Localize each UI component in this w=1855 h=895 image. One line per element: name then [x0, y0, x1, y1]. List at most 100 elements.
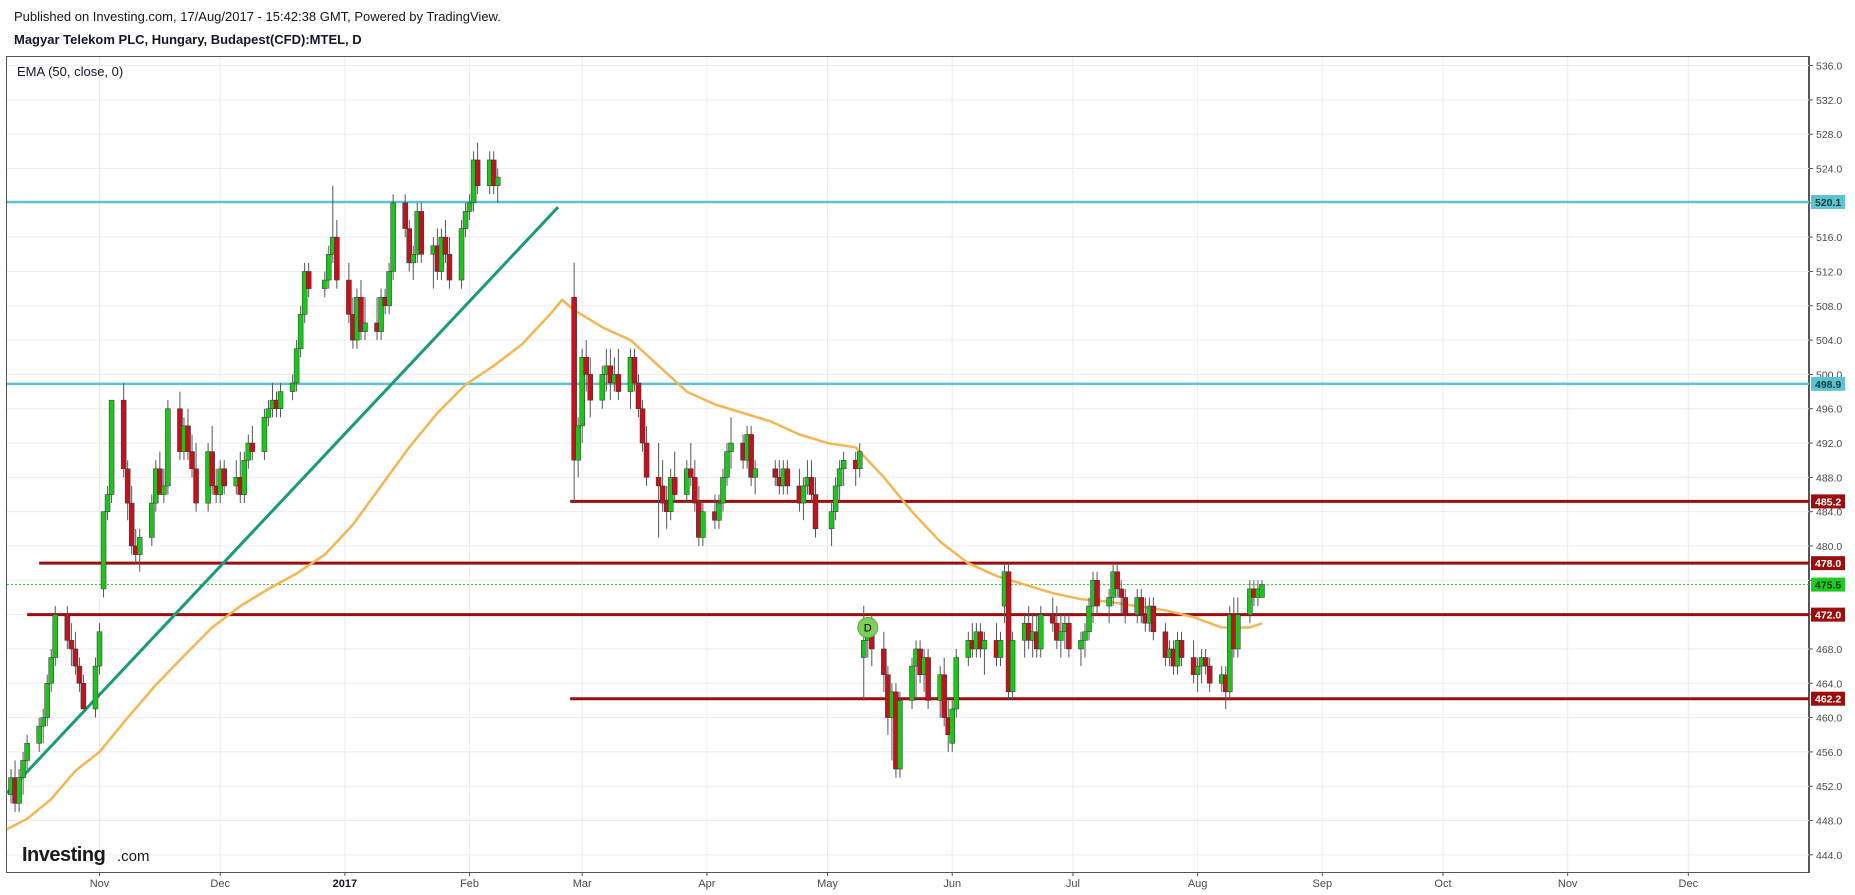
candle-body	[671, 477, 678, 495]
price-tick-label: 532.0	[1816, 95, 1842, 107]
price-chart[interactable]: D 536.0532.0528.0524.0520.0516.0512.0508…	[0, 0, 1855, 895]
candle-body	[165, 408, 171, 487]
price-tick-label: 456.0	[1816, 747, 1842, 759]
dividend-marker-label: D	[864, 623, 872, 635]
candle	[925, 648, 931, 709]
candle-body	[24, 743, 30, 761]
candle-body	[265, 408, 272, 418]
candle-body	[128, 502, 135, 547]
price-tick-label: 464.0	[1816, 678, 1842, 690]
ema-indicator-label[interactable]: EMA (50, close, 0)	[17, 64, 123, 79]
candle-body	[44, 683, 50, 718]
candle	[108, 399, 115, 504]
candle-body	[410, 254, 417, 264]
candle	[165, 400, 171, 495]
candle-body	[149, 502, 155, 538]
last-price-label: 475.5	[1815, 580, 1841, 592]
candle-body	[836, 468, 843, 487]
candle-body	[193, 468, 199, 504]
level-badge-label: 520.1	[1815, 197, 1841, 209]
price-tick-label: 452.0	[1816, 781, 1842, 793]
time-tick-label: Feb	[460, 878, 479, 890]
candle-body	[700, 511, 706, 538]
time-tick-label: Jul	[1066, 878, 1080, 890]
candle-body	[442, 236, 449, 255]
candle-body	[856, 451, 863, 470]
price-tick-label: 492.0	[1816, 438, 1842, 450]
time-tick-label: Nov	[1558, 878, 1578, 890]
candle	[458, 220, 465, 289]
candle-body	[800, 485, 807, 504]
candle-body	[1138, 597, 1145, 615]
time-tick-label: Apr	[698, 878, 715, 890]
candle-body	[897, 700, 903, 770]
candle-body	[1202, 657, 1209, 667]
investing-logo: Investing .com	[22, 844, 150, 866]
candle-body	[1086, 605, 1092, 633]
candle-body	[92, 665, 99, 710]
time-axis[interactable]: Nov Dec 2017 Feb Mar Apr May Jun Jul Aug Sep Oct Nov…	[90, 872, 1699, 890]
candle-body	[1259, 584, 1265, 598]
level-badge-label: 485.2	[1815, 496, 1841, 508]
time-tick-label: 2017	[333, 878, 357, 890]
candle-body	[1150, 605, 1157, 633]
candle-body	[1082, 631, 1088, 641]
candle-body	[390, 202, 396, 272]
candle-body	[1066, 622, 1072, 650]
candle-body	[189, 451, 195, 470]
candle	[52, 606, 59, 667]
candle-body	[692, 477, 698, 504]
level-badge-label: 498.9	[1815, 379, 1841, 391]
time-tick-label: Oct	[1434, 878, 1451, 890]
price-tick-label: 508.0	[1816, 301, 1842, 313]
candle-body	[1009, 640, 1016, 693]
candle	[418, 202, 425, 263]
candle-body	[812, 494, 819, 530]
candle-body	[752, 468, 758, 478]
candle-body	[474, 159, 481, 186]
candle-body	[136, 537, 143, 555]
candle-body	[362, 322, 368, 332]
price-tick-label: 516.0	[1816, 232, 1842, 244]
candle-body	[466, 202, 473, 212]
candle-body	[772, 468, 779, 478]
candle-body	[386, 271, 392, 307]
candle-body	[784, 468, 791, 487]
candle-body	[458, 228, 465, 281]
candle-body	[981, 640, 988, 650]
price-tick-label: 460.0	[1816, 713, 1842, 725]
price-tick-label: 504.0	[1816, 335, 1842, 347]
candle-body	[249, 442, 256, 452]
price-axis[interactable]: 536.0532.0528.0524.0520.0516.0512.0508.0…	[1809, 61, 1845, 862]
dividend-marker[interactable]: D	[857, 617, 879, 638]
candle-body	[941, 674, 947, 718]
candle	[953, 648, 960, 718]
candle-body	[120, 399, 127, 470]
candle-body	[1078, 640, 1084, 650]
price-tick-label: 496.0	[1816, 404, 1842, 416]
candle-body	[20, 760, 26, 778]
logo-suffix: .com	[117, 848, 150, 865]
candle-body	[1118, 588, 1124, 598]
candle-body	[76, 665, 83, 684]
candle-body	[716, 502, 722, 521]
candle-body	[418, 211, 425, 255]
price-tick-label: 444.0	[1816, 850, 1842, 862]
candle-body	[643, 442, 650, 478]
candle-body	[185, 425, 191, 452]
candle-body	[840, 459, 847, 470]
price-tick-label: 484.0	[1816, 507, 1842, 519]
candle-body	[1094, 580, 1100, 607]
candle-body	[909, 665, 915, 701]
candle-body	[615, 374, 622, 392]
candle-body	[462, 211, 469, 229]
time-tick-label: Dec	[1679, 878, 1699, 890]
candle-body	[1058, 631, 1064, 641]
candle-body	[655, 477, 662, 487]
candle-body	[925, 657, 931, 701]
candle-body	[635, 382, 642, 409]
candle-body	[16, 777, 22, 804]
candle-body	[1037, 614, 1044, 650]
candle-body	[575, 425, 581, 461]
candle-body	[161, 485, 167, 495]
